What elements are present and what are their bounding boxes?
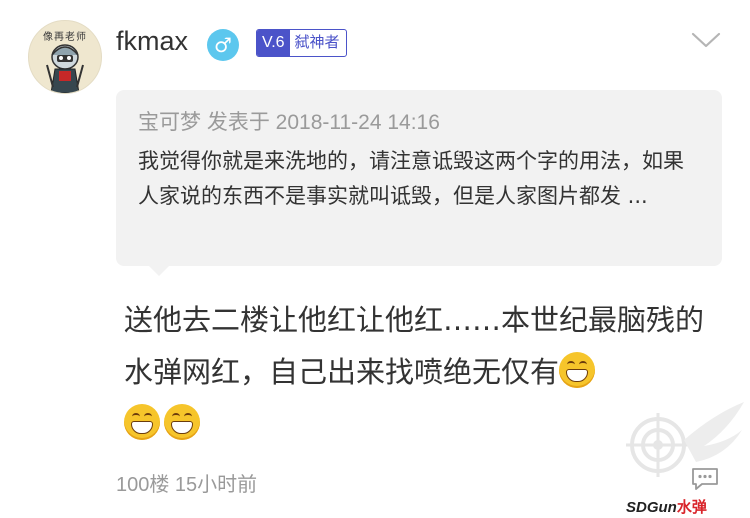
level-tag: V.6	[257, 30, 290, 56]
chevron-down-icon[interactable]	[690, 30, 722, 50]
quoted-post[interactable]: 宝可梦 发表于 2018-11-24 14:16 我觉得你就是来洗地的，请注意诋…	[116, 90, 722, 266]
username[interactable]: fkmax	[116, 26, 188, 57]
comment-text: 送他去二楼让他红让他红……本世纪最脑残的水弹网红，自己出来找喷绝无仅有	[124, 303, 705, 389]
reply-icon[interactable]	[690, 466, 720, 492]
quote-meta: 宝可梦 发表于 2018-11-24 14:16	[138, 111, 440, 134]
grin-emoji-icon	[559, 352, 596, 388]
watermark-accent: 水弹	[676, 499, 707, 516]
avatar-character-icon	[46, 44, 84, 93]
watermark-text: SDGun水弹	[626, 496, 707, 517]
watermark-main: SDGun	[626, 499, 677, 516]
quote-pointer	[148, 265, 170, 276]
grin-emoji-icon	[164, 404, 200, 440]
user-avatar[interactable]: 像再老师	[28, 20, 102, 94]
post-meta: 100楼 15小时前	[116, 474, 258, 496]
level-title: 弑神者	[294, 33, 340, 51]
quote-text: 我觉得你就是来洗地的，请注意诋毁这两个字的用法，如果人家说的东西不是事实就叫诋毁…	[138, 149, 684, 208]
user-level-badge: V.6 弑神者	[256, 29, 347, 57]
grin-emoji-icon	[124, 404, 160, 440]
male-icon: ♂	[207, 29, 239, 61]
gender-symbol: ♂	[214, 33, 232, 57]
